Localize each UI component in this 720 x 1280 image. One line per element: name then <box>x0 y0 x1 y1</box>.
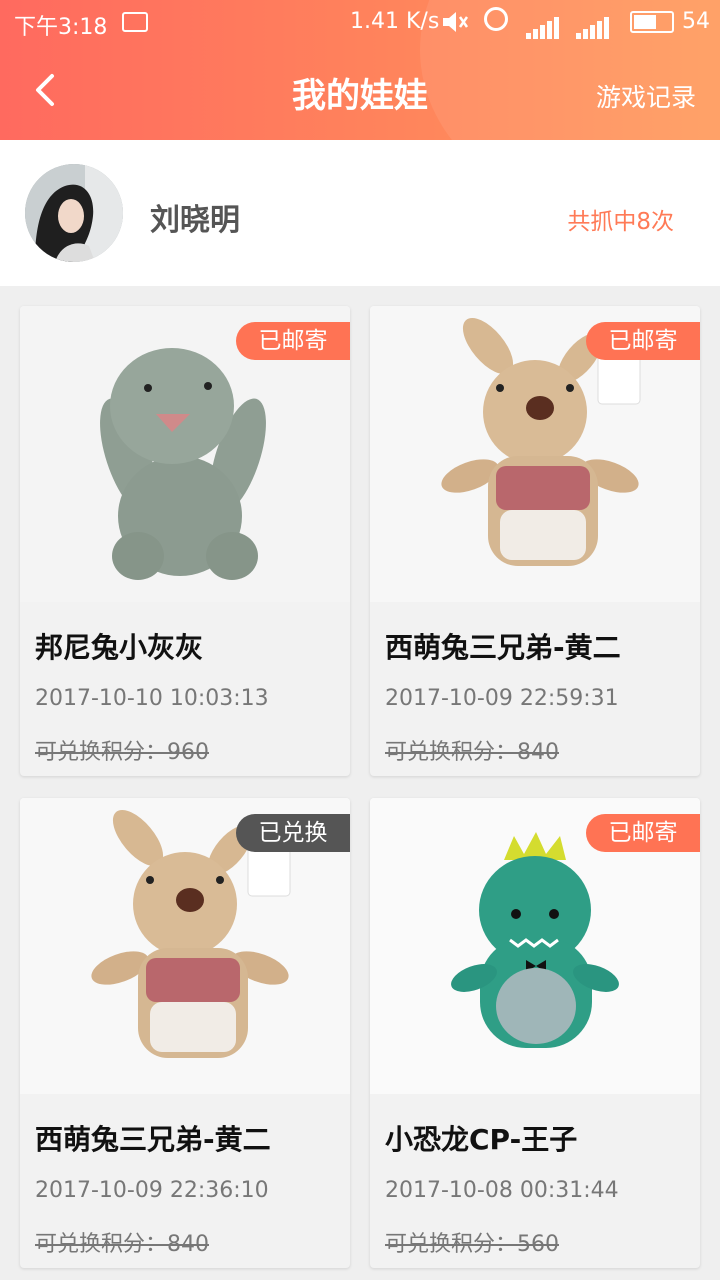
exchange-points: 可兑换积分：960 <box>35 740 209 765</box>
signal-4g-icon <box>576 14 611 39</box>
header: 下午3:18 1.41 K/s 54 我的娃娃 游戏记录 <box>0 0 720 140</box>
user-name: 刘晓明 <box>150 203 240 238</box>
signal-icon <box>526 14 561 39</box>
doll-card[interactable]: 已兑换 西萌兔三兄弟-黄二 2017-10-09 22:36:10 可兑换积分：… <box>20 798 350 1268</box>
catch-date: 2017-10-09 22:59:31 <box>385 686 619 711</box>
user-panel: 刘晓明 共抓中8次 <box>0 140 720 286</box>
doll-name: 西萌兔三兄弟-黄二 <box>385 631 621 664</box>
exchange-points: 可兑换积分：560 <box>385 1232 559 1257</box>
doll-card[interactable]: 已邮寄 邦尼兔小灰灰 2017-10-10 10:03:13 可兑换积分：960 <box>20 306 350 776</box>
catch-count: 共抓中8次 <box>567 209 674 235</box>
exchange-points: 可兑换积分：840 <box>35 1232 209 1257</box>
catch-date: 2017-10-08 00:31:44 <box>385 1178 619 1203</box>
doll-card[interactable]: 已邮寄 小恐龙CP-王子 2017-10-08 00:31:44 可兑换积分：5… <box>370 798 700 1268</box>
avatar[interactable] <box>25 164 123 262</box>
status-bar: 下午3:18 1.41 K/s 54 <box>0 0 720 44</box>
alarm-icon <box>484 7 508 31</box>
status-badge: 已邮寄 <box>586 814 700 852</box>
doll-name: 邦尼兔小灰灰 <box>35 631 204 664</box>
doll-name: 西萌兔三兄弟-黄二 <box>35 1123 271 1156</box>
gallery-icon <box>122 12 148 32</box>
battery-icon <box>630 11 674 33</box>
mute-icon <box>440 8 470 42</box>
game-record-link[interactable]: 游戏记录 <box>596 78 696 114</box>
doll-card[interactable]: 已邮寄 西萌兔三兄弟-黄二 2017-10-09 22:59:31 可兑换积分：… <box>370 306 700 776</box>
battery-level: 54 <box>682 9 710 34</box>
status-time: 下午3:18 <box>14 15 108 40</box>
status-badge: 已邮寄 <box>236 322 350 360</box>
status-badge: 已邮寄 <box>586 322 700 360</box>
doll-name: 小恐龙CP-王子 <box>385 1123 578 1156</box>
catch-date: 2017-10-10 10:03:13 <box>35 686 269 711</box>
catch-date: 2017-10-09 22:36:10 <box>35 1178 269 1203</box>
exchange-points: 可兑换积分：840 <box>385 740 559 765</box>
status-badge: 已兑换 <box>236 814 350 852</box>
network-speed: 1.41 K/s <box>350 9 440 34</box>
